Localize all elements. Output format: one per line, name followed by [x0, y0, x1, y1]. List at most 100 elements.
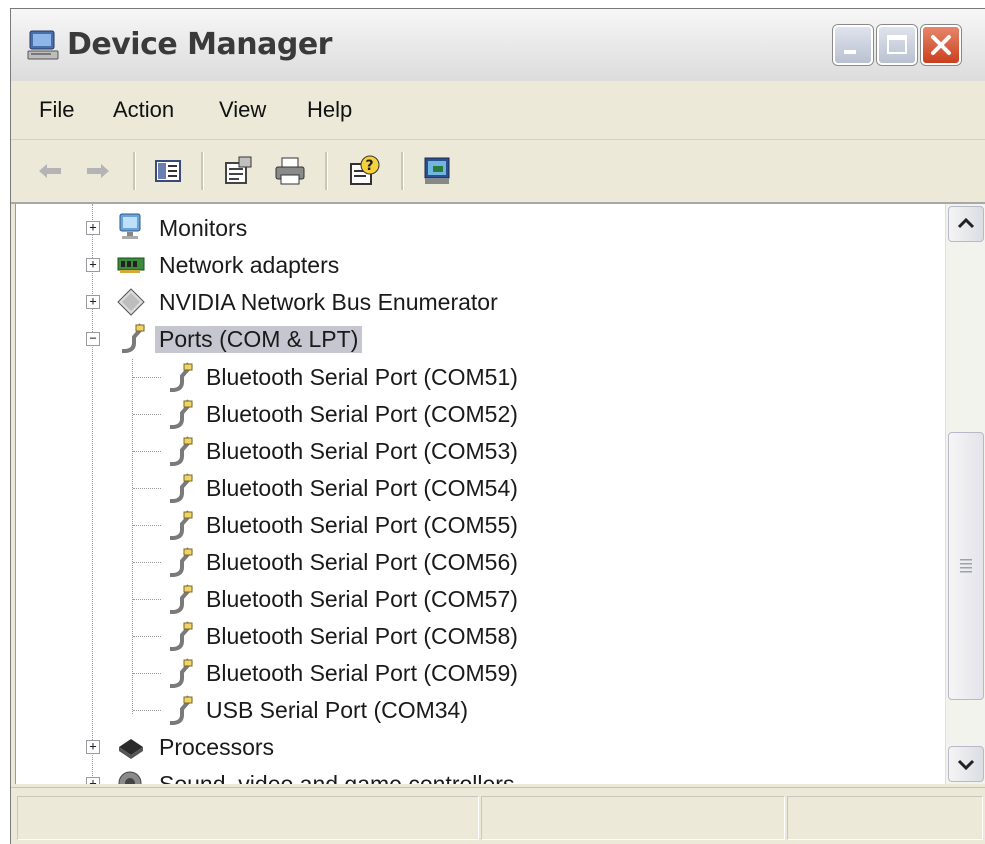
tree-item-port-device[interactable]: Bluetooth Serial Port (COM52)	[16, 396, 916, 432]
tree-item-sound-video[interactable]: + Sound, video and game controllers	[16, 766, 916, 784]
expand-button[interactable]: +	[86, 740, 100, 754]
port-connector-icon	[170, 584, 193, 614]
tree-line	[133, 488, 161, 489]
tree-item-label: Sound, video and game controllers	[159, 771, 515, 784]
maximize-button[interactable]	[877, 25, 917, 65]
monitor-icon	[119, 213, 141, 239]
scan-hardware-icon[interactable]	[421, 154, 455, 188]
tree-line	[133, 710, 161, 711]
tree-item-label: Bluetooth Serial Port (COM59)	[206, 660, 518, 686]
tree-item-nvidia-bus[interactable]: + NVIDIA Network Bus Enumerator	[16, 284, 916, 320]
status-pane	[481, 796, 785, 840]
window-title: Device Manager	[67, 27, 332, 62]
svg-text:?: ?	[366, 158, 374, 174]
minimize-button[interactable]	[833, 25, 873, 65]
toolbar-separator	[133, 152, 136, 190]
network-card-icon	[117, 257, 145, 273]
scroll-up-button[interactable]	[948, 206, 984, 242]
tree-item-ports[interactable]: − Ports (COM & LPT)	[16, 321, 916, 357]
minimize-icon	[844, 50, 856, 54]
menu-help[interactable]: Help	[307, 97, 352, 123]
close-button[interactable]	[921, 25, 961, 65]
tree-item-network-adapters[interactable]: + Network adapters	[16, 247, 916, 283]
tree-line	[133, 562, 161, 563]
print-icon[interactable]	[273, 154, 307, 188]
grip-icon	[960, 559, 972, 573]
expand-button[interactable]: +	[86, 295, 100, 309]
tree-line	[133, 414, 161, 415]
tree-item-port-device[interactable]: Bluetooth Serial Port (COM54)	[16, 470, 916, 506]
bus-enumerator-icon	[117, 288, 145, 316]
tree-item-port-device[interactable]: Bluetooth Serial Port (COM59)	[16, 655, 916, 691]
menu-file[interactable]: File	[39, 97, 74, 123]
speaker-icon	[118, 771, 142, 784]
menu-view[interactable]: View	[219, 97, 266, 123]
tree-line	[133, 636, 161, 637]
port-connector-icon	[170, 362, 193, 392]
title-bar[interactable]: Device Manager	[11, 9, 985, 82]
toolbar-separator	[401, 152, 404, 190]
tree-line	[133, 451, 161, 452]
tree-item-port-device[interactable]: USB Serial Port (COM34)	[16, 692, 916, 728]
port-connector-icon	[170, 621, 193, 651]
collapse-button[interactable]: −	[86, 332, 100, 346]
tree-line	[133, 377, 161, 378]
tree-item-label: Bluetooth Serial Port (COM54)	[206, 475, 518, 501]
close-icon	[931, 35, 951, 55]
tree-line	[133, 673, 161, 674]
scroll-down-button[interactable]	[948, 746, 984, 782]
tree-item-port-device[interactable]: Bluetooth Serial Port (COM58)	[16, 618, 916, 654]
expand-button[interactable]: +	[86, 221, 100, 235]
tree-item-port-device[interactable]: Bluetooth Serial Port (COM56)	[16, 544, 916, 580]
menu-bar: File Action View Help	[11, 81, 985, 140]
port-connector-icon	[170, 695, 193, 725]
tree-item-label: Monitors	[159, 215, 248, 241]
tree-item-label: USB Serial Port (COM34)	[206, 697, 469, 723]
tree-item-label: Bluetooth Serial Port (COM53)	[206, 438, 518, 464]
port-connector-icon	[122, 323, 145, 353]
vertical-scrollbar[interactable]	[945, 204, 985, 784]
tree-item-port-device[interactable]: Bluetooth Serial Port (COM55)	[16, 507, 916, 543]
tree-item-label: Bluetooth Serial Port (COM51)	[206, 364, 518, 390]
tree-item-port-device[interactable]: Bluetooth Serial Port (COM57)	[16, 581, 916, 617]
tree-item-label: Network adapters	[159, 252, 340, 278]
tree-item-monitors[interactable]: + Monitors	[16, 210, 916, 246]
tree-item-label: Bluetooth Serial Port (COM58)	[206, 623, 518, 649]
properties-icon[interactable]	[221, 154, 255, 188]
toolbar-separator	[201, 152, 204, 190]
chevron-up-icon	[957, 217, 975, 229]
expand-button[interactable]: +	[86, 258, 100, 272]
device-manager-window: Device Manager File Action View Help ? +…	[10, 8, 985, 844]
port-connector-icon	[170, 399, 193, 429]
tree-line	[133, 599, 161, 600]
tree-item-port-device[interactable]: Bluetooth Serial Port (COM53)	[16, 433, 916, 469]
tree-item-label: NVIDIA Network Bus Enumerator	[159, 289, 498, 315]
tree-line	[133, 525, 161, 526]
port-connector-icon	[170, 510, 193, 540]
tree-item-label: Bluetooth Serial Port (COM52)	[206, 401, 518, 427]
help-icon[interactable]: ?	[347, 154, 381, 188]
port-connector-icon	[170, 473, 193, 503]
port-connector-icon	[170, 436, 193, 466]
menu-action[interactable]: Action	[113, 97, 174, 123]
toolbar-separator	[325, 152, 328, 190]
device-tree[interactable]: + Monitors + Network adapters + NVIDIA N…	[15, 204, 946, 784]
tree-item-processors[interactable]: + Processors	[16, 729, 916, 765]
tree-item-label: Processors	[159, 734, 275, 760]
tree-item-label: Bluetooth Serial Port (COM55)	[206, 512, 518, 538]
tree-item-port-device[interactable]: Bluetooth Serial Port (COM51)	[16, 359, 916, 395]
scroll-thumb[interactable]	[948, 432, 984, 700]
show-hide-tree-icon[interactable]	[151, 154, 185, 188]
port-connector-icon	[170, 658, 193, 688]
back-arrow-icon[interactable]	[33, 154, 67, 188]
status-pane	[17, 796, 479, 840]
tree-item-label: Bluetooth Serial Port (COM56)	[206, 549, 518, 575]
chevron-down-icon	[957, 759, 975, 771]
status-bar	[11, 787, 985, 844]
processor-icon	[119, 739, 143, 759]
maximize-icon	[887, 35, 907, 54]
forward-arrow-icon[interactable]	[81, 154, 115, 188]
expand-button[interactable]: +	[86, 777, 100, 784]
status-pane	[787, 796, 983, 840]
tree-item-label: Ports (COM & LPT)	[155, 326, 363, 353]
